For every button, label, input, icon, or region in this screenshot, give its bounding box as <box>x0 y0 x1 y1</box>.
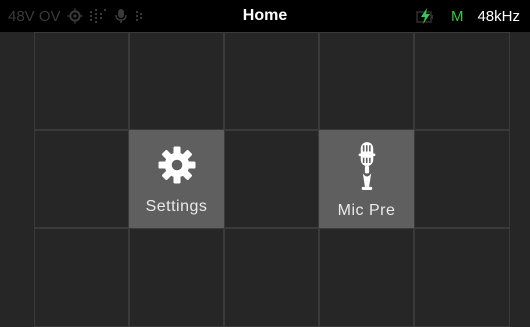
grid-cell-empty <box>129 32 224 130</box>
phantom-power-label: 48V OV <box>8 7 61 25</box>
grid-cell-empty <box>319 228 414 327</box>
grid-cell-empty <box>414 130 510 228</box>
microphone-icon <box>113 8 129 24</box>
gear-icon <box>66 8 83 24</box>
home-screen: 48V OV Home M 48kHz Settings Mic Pre <box>0 0 530 327</box>
grid-cell-empty <box>224 32 319 130</box>
grid-cell-empty <box>224 228 319 327</box>
mic-pre-tile-button[interactable]: Mic Pre <box>319 130 414 228</box>
grid-cell-empty <box>34 32 129 130</box>
status-indicators: 48V OV <box>8 0 143 32</box>
grid-cell-empty <box>414 228 510 327</box>
status-bar: 48V OV Home M 48kHz <box>0 0 530 32</box>
meter-icon <box>135 8 143 24</box>
meter-icon <box>89 8 107 24</box>
battery-charging-icon <box>415 7 437 25</box>
sample-rate: 48kHz <box>477 7 520 25</box>
grid-cell-empty <box>319 32 414 130</box>
grid-cell-empty <box>129 228 224 327</box>
channel-indicator: M <box>450 7 464 25</box>
gear-icon <box>155 143 199 192</box>
grid-cell-empty <box>224 130 319 228</box>
microphone-icon <box>350 139 384 196</box>
home-grid: Settings Mic Pre <box>34 32 510 327</box>
tile-label: Settings <box>145 197 208 215</box>
status-right-indicators: M 48kHz <box>415 0 520 32</box>
grid-cell-empty <box>34 130 129 228</box>
tile-label: Mic Pre <box>337 201 396 219</box>
grid-cell-empty <box>34 228 129 327</box>
settings-tile-button[interactable]: Settings <box>129 130 224 228</box>
grid-cell-empty <box>414 32 510 130</box>
